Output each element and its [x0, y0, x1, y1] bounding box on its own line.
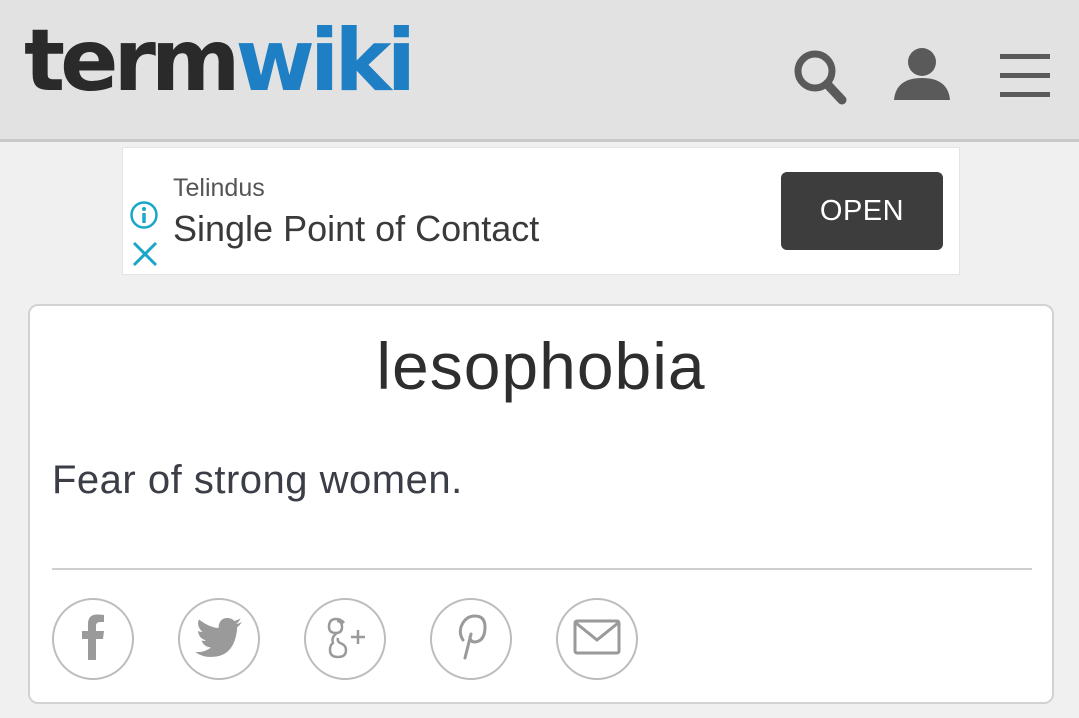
twitter-share-button[interactable]: [178, 598, 260, 680]
email-icon: [573, 619, 621, 660]
site-header: termwiki: [0, 0, 1079, 142]
term-definition: Fear of strong women.: [52, 458, 463, 502]
email-share-button[interactable]: [556, 598, 638, 680]
pinterest-share-button[interactable]: [430, 598, 512, 680]
facebook-icon: [73, 612, 113, 667]
pinterest-icon: [451, 612, 491, 667]
logo-wiki: wiki: [235, 11, 416, 111]
user-icon[interactable]: [892, 44, 952, 106]
divider: [52, 568, 1032, 570]
close-icon[interactable]: [131, 240, 159, 273]
hamburger-menu-icon[interactable]: [996, 44, 1056, 106]
logo-term: term: [24, 11, 240, 111]
ad-sponsor[interactable]: Telindus: [173, 174, 265, 203]
google-plus-icon: [321, 613, 369, 666]
termwiki-logo[interactable]: termwiki: [24, 18, 416, 104]
ad-title[interactable]: Single Point of Contact: [173, 208, 539, 250]
search-icon[interactable]: [790, 44, 850, 106]
info-icon[interactable]: [129, 200, 159, 235]
twitter-icon: [194, 616, 244, 663]
term-card: lesophobia Fear of strong women.: [28, 304, 1054, 704]
ad-open-button[interactable]: OPEN: [781, 172, 943, 250]
term-title: lesophobia: [376, 329, 706, 403]
google-plus-share-button[interactable]: [304, 598, 386, 680]
ad-banner[interactable]: Telindus Single Point of Contact OPEN: [122, 147, 960, 275]
facebook-share-button[interactable]: [52, 598, 134, 680]
